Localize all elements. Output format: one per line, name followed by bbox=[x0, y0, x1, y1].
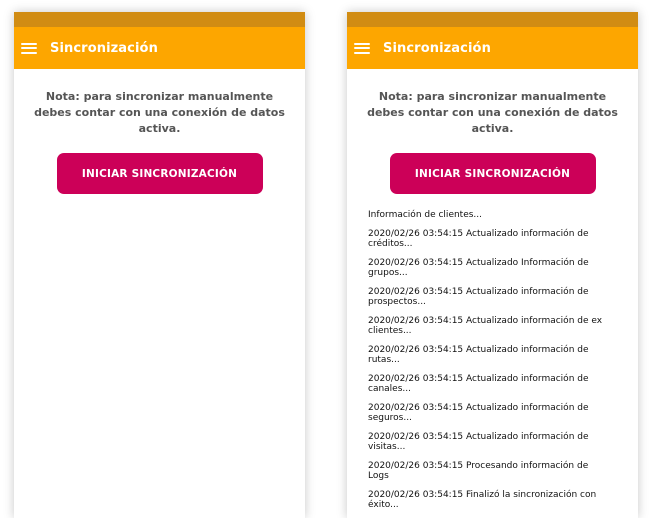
log-entry: 2020/02/26 03:54:15 Actualizado informac… bbox=[368, 316, 603, 336]
log-entry: 2020/02/26 03:54:15 Actualizado informac… bbox=[368, 403, 589, 423]
log-entry: 2020/02/26 03:54:15 Actualizado informac… bbox=[368, 374, 589, 394]
log-entry: 2020/02/26 03:54:15 Actualizado informac… bbox=[368, 229, 589, 249]
app-bar: Sincronización bbox=[14, 27, 305, 69]
hamburger-menu-icon[interactable] bbox=[354, 42, 370, 54]
log-entry: 2020/02/26 03:54:15 Actualizado informac… bbox=[368, 432, 589, 452]
log-entry: 2020/02/26 03:54:15 Actualizado informac… bbox=[368, 345, 589, 365]
start-sync-button[interactable]: INICIAR SINCRONIZACIÓN bbox=[389, 153, 596, 194]
log-entry: 2020/02/26 03:54:15 Actualizado Informac… bbox=[368, 258, 589, 278]
log-entry: 2020/02/26 03:54:15 Finalizó la sincroni… bbox=[368, 490, 597, 510]
app-bar-title: Sincronización bbox=[50, 40, 158, 56]
hamburger-menu-icon[interactable] bbox=[21, 42, 37, 54]
app-bar: Sincronización bbox=[347, 27, 638, 69]
log-entry: Información de clientes... bbox=[368, 210, 483, 220]
status-bar bbox=[14, 12, 305, 27]
sync-note: Nota: para sincronizar manualmente debes… bbox=[367, 90, 618, 135]
start-sync-button[interactable]: INICIAR SINCRONIZACIÓN bbox=[56, 153, 263, 194]
log-entry: 2020/02/26 03:54:15 Actualizado informac… bbox=[368, 287, 589, 307]
status-bar bbox=[347, 12, 638, 27]
sync-note: Nota: para sincronizar manualmente debes… bbox=[34, 90, 285, 135]
phone-screen-before: Sincronización Nota: para sincronizar ma… bbox=[14, 12, 305, 518]
log-entry: 2020/02/26 03:54:15 Procesando informaci… bbox=[368, 461, 589, 481]
phone-screen-after: Sincronización Nota: para sincronizar ma… bbox=[347, 12, 638, 518]
sync-log: Información de clientes... 2020/02/26 03… bbox=[368, 210, 604, 510]
app-bar-title: Sincronización bbox=[383, 40, 491, 56]
